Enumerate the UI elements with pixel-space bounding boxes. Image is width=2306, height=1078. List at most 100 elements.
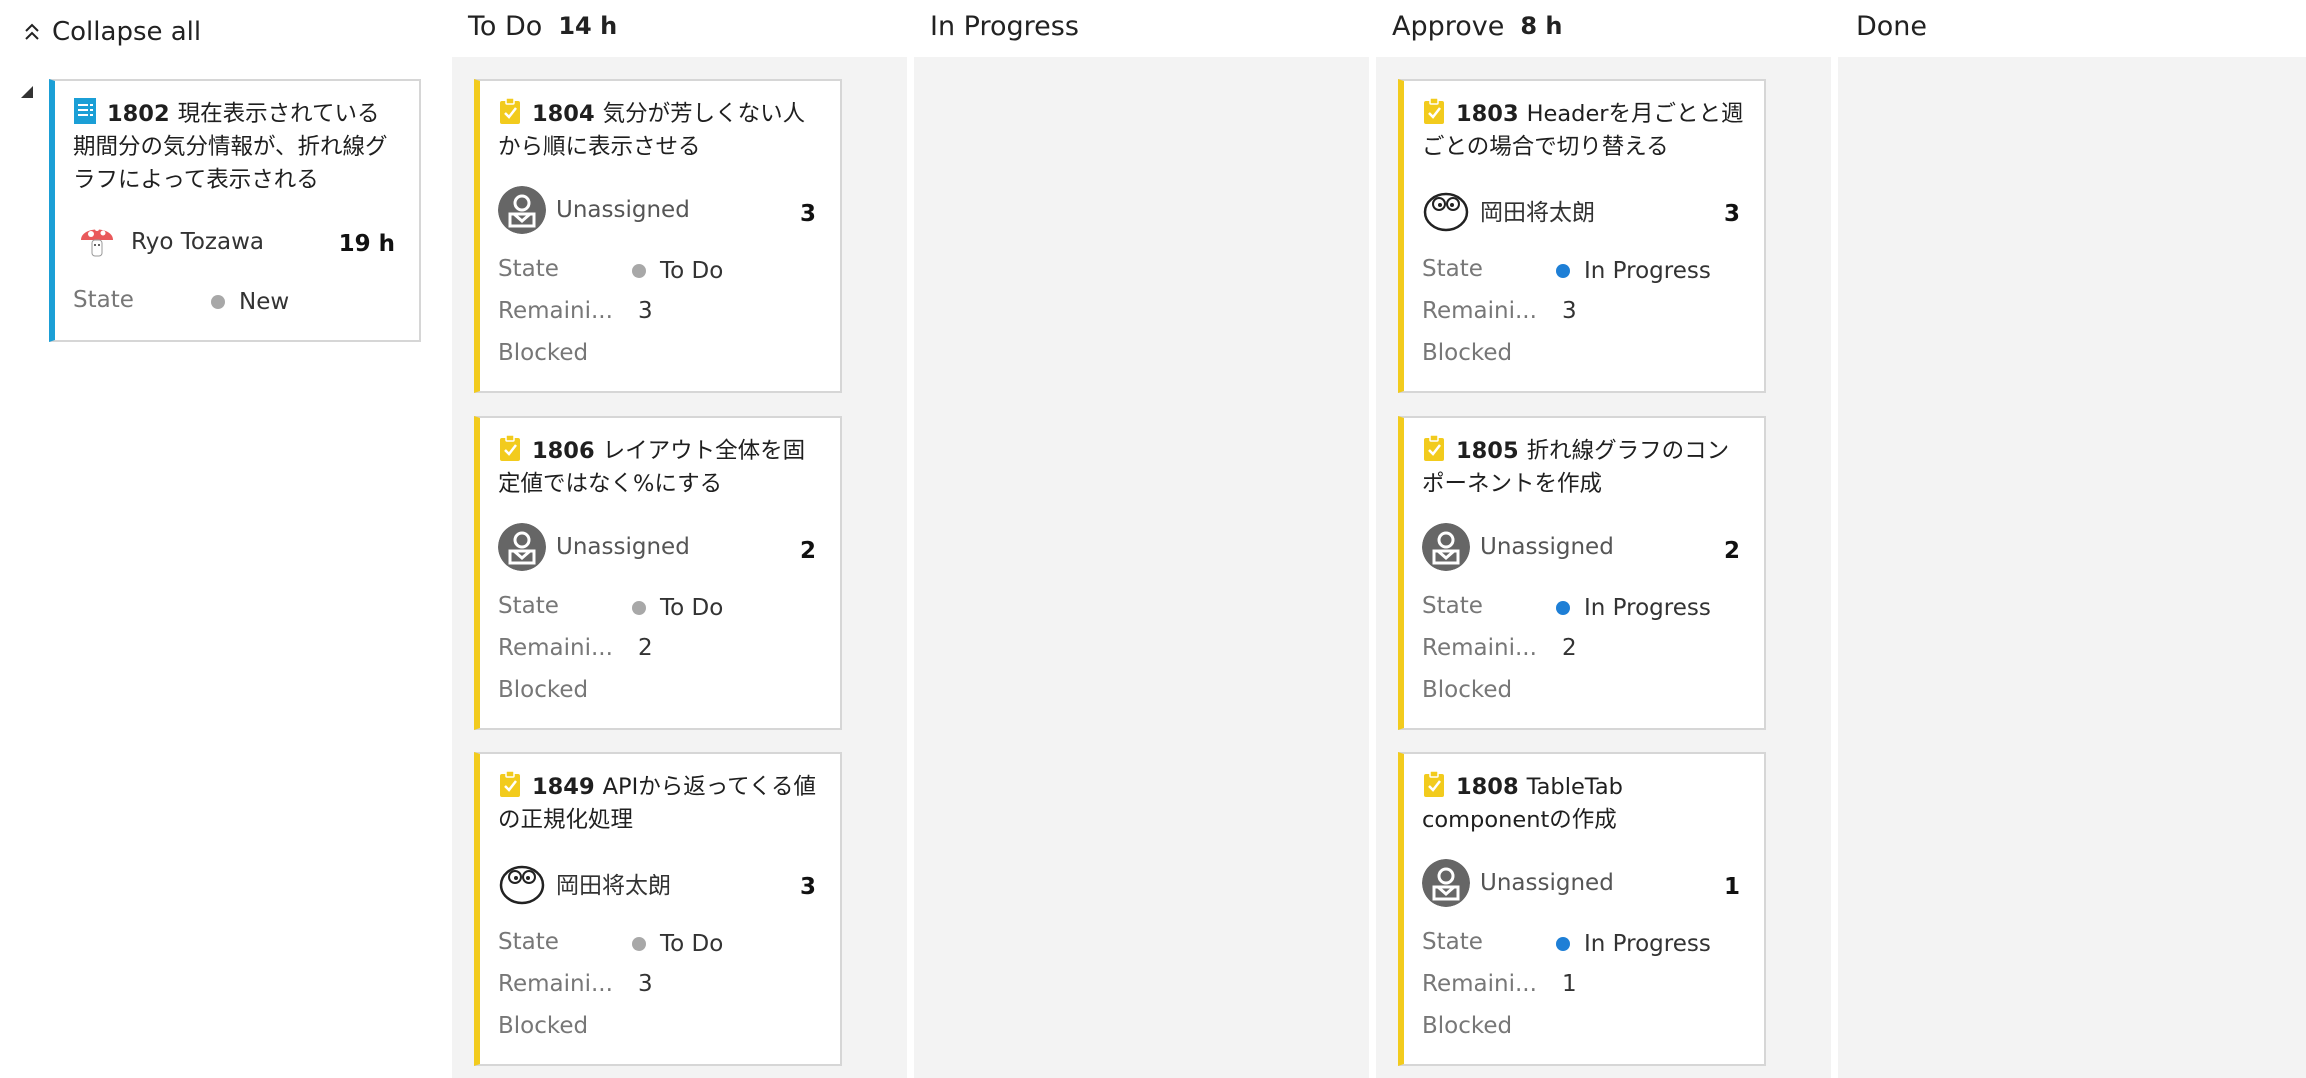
blocked-label: Blocked [498,1013,589,1039]
column-header-approve: Approve 8 h [1392,8,1563,44]
remaining-label: Remaini... [498,635,613,661]
state-label: State [1422,256,1483,282]
state-label: State [1422,593,1483,619]
state-value[interactable]: In Progress [1556,931,1711,957]
task-card[interactable]: 1803 Headerを月ごとと週ごとの場合で切り替える 岡田将太朗 3 Stat… [1398,79,1766,393]
state-value[interactable]: In Progress [1556,595,1711,621]
state-label: State [1422,929,1483,955]
card-estimate: 2 [799,538,816,564]
card-assignee[interactable]: 岡田将太朗 [498,858,671,908]
remaining-label: Remaini... [498,971,613,997]
task-card[interactable]: 1804 気分が芳しくない人から順に表示させる Unassigned 3 Stat… [474,79,842,393]
card-estimate: 19 h [338,231,395,257]
card-id[interactable]: 1804 [532,101,595,127]
card-id[interactable]: 1806 [532,438,595,464]
assignee-name: Unassigned [556,534,690,560]
remaining-label: Remaini... [498,298,613,324]
remaining-value[interactable]: 3 [638,971,653,997]
column-name: Done [1856,10,1928,42]
card-title: 1805 折れ線グラフのコンポーネントを作成 [1422,434,1746,501]
column-hours: 8 h [1520,12,1563,40]
clipboard-check-icon [500,434,520,461]
state-dot-icon [1556,937,1570,951]
column-done [1838,57,2306,1078]
remaining-value[interactable]: 1 [1562,971,1577,997]
face-avatar-icon [499,865,545,905]
card-id[interactable]: 1805 [1456,438,1519,464]
assignee-name: 岡田将太朗 [1480,200,1595,226]
clipboard-check-icon [1424,97,1444,124]
card-estimate: 3 [799,201,816,227]
card-assignee[interactable]: Unassigned [498,522,690,572]
card-id[interactable]: 1808 [1456,774,1519,800]
remaining-value[interactable]: 3 [1562,298,1577,324]
card-id[interactable]: 1849 [532,774,595,800]
card-assignee[interactable]: 岡田将太朗 [1422,185,1595,235]
column-name: To Do [468,10,543,42]
assignee-name: Unassigned [1480,870,1614,896]
task-card[interactable]: 1849 APIから返ってくる値の正規化処理 岡田将太朗 3 State To D… [474,752,842,1066]
remaining-label: Remaini... [1422,971,1537,997]
column-header-in-progress: In Progress [930,8,1079,44]
clipboard-check-icon [500,770,520,797]
unassigned-avatar-icon [498,523,546,571]
blocked-label: Blocked [1422,340,1513,366]
clipboard-check-icon [500,97,520,124]
assignee-name: Unassigned [1480,534,1614,560]
column-name: In Progress [930,10,1079,42]
state-text: In Progress [1584,931,1711,957]
remaining-value[interactable]: 2 [1562,635,1577,661]
unassigned-avatar-icon [1422,523,1470,571]
unassigned-avatar-icon [1422,859,1470,907]
state-dot-icon [1556,601,1570,615]
assignee-name: 岡田将太朗 [556,873,671,899]
clipboard-check-icon [1424,770,1444,797]
card-assignee[interactable]: Unassigned [1422,858,1614,908]
state-value[interactable]: To Do [632,595,723,621]
state-text: To Do [660,258,724,284]
remaining-label: Remaini... [1422,298,1537,324]
card-assignee[interactable]: Unassigned [1422,522,1614,572]
card-id[interactable]: 1803 [1456,101,1519,127]
state-value[interactable]: To Do [632,258,723,284]
document-icon [74,98,96,124]
card-title: 1802 現在表示されている期間分の気分情報が、折れ線グラフによって表示される [73,97,401,197]
card-title: 1803 Headerを月ごとと週ごとの場合で切り替える [1422,97,1746,164]
remaining-value[interactable]: 2 [638,635,653,661]
card-assignee[interactable]: Unassigned [498,185,690,235]
column-name: Approve [1392,10,1505,42]
column-hours: 14 h [558,12,618,40]
blocked-label: Blocked [1422,1013,1513,1039]
state-value[interactable]: To Do [632,931,723,957]
state-dot-icon [1556,264,1570,278]
state-label: State [73,287,134,313]
blocked-label: Blocked [498,677,589,703]
double-chevron-up-icon [25,23,39,40]
state-value[interactable]: New [211,289,289,315]
state-text: To Do [660,931,724,957]
mushroom-avatar-icon [81,227,113,257]
card-estimate: 3 [799,874,816,900]
card-estimate: 1 [1723,874,1740,900]
card-assignee[interactable]: Ryo Tozawa [73,217,264,267]
blocked-label: Blocked [1422,677,1513,703]
state-text: New [239,289,290,315]
state-dot-icon [211,295,225,309]
task-card[interactable]: 1808 TableTab componentの作成 Unassigned 1 S… [1398,752,1766,1066]
parent-story-card[interactable]: 1802 現在表示されている期間分の気分情報が、折れ線グラフによって表示される R… [49,79,421,342]
remaining-value[interactable]: 3 [638,298,653,324]
row-expander-icon[interactable] [20,84,34,103]
state-value[interactable]: In Progress [1556,258,1711,284]
task-card[interactable]: 1806 レイアウト全体を固定値ではなく%にする Unassigned 2 Sta… [474,416,842,730]
card-id[interactable]: 1802 [107,101,170,127]
column-header-done: Done [1856,8,1927,44]
column-header-todo: To Do 14 h [468,8,617,44]
task-card[interactable]: 1805 折れ線グラフのコンポーネントを作成 Unassigned 2 State… [1398,416,1766,730]
blocked-label: Blocked [498,340,589,366]
card-title-text[interactable]: TableTab componentの作成 [1422,774,1623,833]
collapse-all-button[interactable]: Collapse all [22,14,201,50]
column-in-progress [914,57,1369,1078]
state-text: In Progress [1584,258,1711,284]
clipboard-check-icon [1424,434,1444,461]
card-estimate: 3 [1723,201,1740,227]
